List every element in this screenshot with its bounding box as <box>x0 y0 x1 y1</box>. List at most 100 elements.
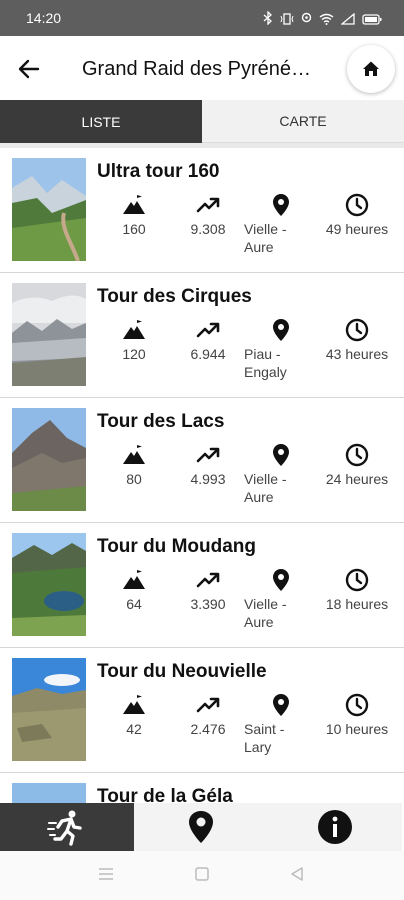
clock-icon <box>344 567 370 593</box>
status-bar: 14:20 <box>0 0 404 36</box>
start-value: Vielle - Aure <box>244 596 287 630</box>
elevation-stat: 4.993 <box>182 442 234 488</box>
duration-value: 49 heures <box>325 221 389 237</box>
duration-stat: 49 heures <box>318 192 396 238</box>
wifi-icon <box>319 12 334 30</box>
home-icon <box>363 61 379 76</box>
tab-carte[interactable]: CARTE <box>202 100 404 143</box>
duration-value: 24 heures <box>325 471 389 487</box>
mountain-flag-icon <box>121 567 147 593</box>
vibrate-icon <box>280 12 294 30</box>
race-name: Tour de la Géla <box>97 786 233 803</box>
view-tabs: LISTE CARTE <box>0 100 404 143</box>
clock-icon <box>344 692 370 718</box>
elevation-value: 3.390 <box>190 596 226 612</box>
start-value: Vielle - Aure <box>244 221 287 255</box>
race-photo <box>12 158 86 261</box>
elevation-value: 4.993 <box>190 471 226 487</box>
tab-liste[interactable]: LISTE <box>0 100 202 143</box>
battery-icon <box>362 12 382 30</box>
duration-value: 18 heures <box>325 596 389 612</box>
distance-value: 120 <box>122 346 146 362</box>
mountain-flag-icon <box>121 192 147 218</box>
race-name: Tour des Cirques <box>97 286 252 307</box>
home-square-icon[interactable] <box>195 867 209 886</box>
start-stat: Vielle - Aure <box>244 567 314 631</box>
distance-stat: 80 <box>116 442 152 488</box>
race-name: Tour du Neouvielle <box>97 661 267 682</box>
location-pin-icon <box>189 811 213 843</box>
distance-value: 80 <box>126 471 142 487</box>
signal-icon <box>340 12 355 30</box>
status-time: 14:20 <box>26 10 62 26</box>
runner-icon <box>47 810 82 846</box>
duration-stat: 10 heures <box>318 692 396 738</box>
elevation-value: 9.308 <box>190 221 226 237</box>
race-row[interactable]: Tour du Neouvielle 42 2.476 Saint - Lary… <box>0 648 404 773</box>
mountain-flag-icon <box>121 692 147 718</box>
distance-stat: 160 <box>116 192 152 238</box>
trending-up-icon <box>195 317 221 343</box>
race-row[interactable]: Tour des Lacs 80 4.993 Vielle - Aure 24 … <box>0 398 404 523</box>
location-pin-icon <box>268 567 294 593</box>
trending-up-icon <box>195 192 221 218</box>
elevation-stat: 3.390 <box>182 567 234 613</box>
trending-up-icon <box>195 442 221 468</box>
page-title: Grand Raid des Pyréné… <box>82 58 312 80</box>
clock-icon <box>344 317 370 343</box>
race-row[interactable]: Tour des Cirques 120 6.944 Piau - Engaly… <box>0 273 404 398</box>
race-photo <box>12 408 86 511</box>
start-value: Saint - Lary <box>244 721 285 755</box>
race-photo <box>12 658 86 761</box>
distance-stat: 42 <box>116 692 152 738</box>
location-pin-icon <box>268 317 294 343</box>
location-pin-icon <box>268 692 294 718</box>
distance-stat: 120 <box>116 317 152 363</box>
race-photo <box>12 283 86 386</box>
elevation-value: 2.476 <box>190 721 226 737</box>
back-triangle-icon[interactable] <box>290 867 304 886</box>
trending-up-icon <box>195 567 221 593</box>
race-name: Tour du Moudang <box>97 536 256 557</box>
elevation-value: 6.944 <box>190 346 226 362</box>
race-row[interactable]: Ultra tour 160 160 9.308 Vielle - Aure 4… <box>0 148 404 273</box>
start-stat: Vielle - Aure <box>244 442 314 506</box>
home-button[interactable] <box>347 45 395 93</box>
distance-value: 160 <box>122 221 146 237</box>
race-row[interactable]: Tour du Moudang 64 3.390 Vielle - Aure 1… <box>0 523 404 648</box>
duration-stat: 18 heures <box>318 567 396 613</box>
elevation-stat: 9.308 <box>182 192 234 238</box>
location-icon <box>301 12 312 30</box>
duration-stat: 43 heures <box>318 317 396 363</box>
elevation-stat: 6.944 <box>182 317 234 363</box>
race-photo <box>12 783 86 803</box>
trending-up-icon <box>195 692 221 718</box>
bluetooth-icon <box>263 10 273 30</box>
back-button[interactable] <box>14 53 46 85</box>
status-icons <box>263 10 382 30</box>
nav-info-button[interactable] <box>268 803 402 851</box>
start-value: Piau - Engaly <box>244 346 287 380</box>
duration-stat: 24 heures <box>318 442 396 488</box>
distance-value: 42 <box>126 721 142 737</box>
system-nav-bar <box>0 851 404 900</box>
location-pin-icon <box>268 442 294 468</box>
arrow-left-icon <box>18 59 40 79</box>
race-name: Ultra tour 160 <box>97 161 220 182</box>
race-row[interactable]: Tour de la Géla <box>0 773 404 803</box>
duration-value: 43 heures <box>325 346 389 362</box>
nav-map-button[interactable] <box>134 803 268 851</box>
start-value: Vielle - Aure <box>244 471 287 505</box>
app-bar: Grand Raid des Pyréné… <box>0 36 404 101</box>
start-stat: Saint - Lary <box>244 692 314 756</box>
race-photo <box>12 533 86 636</box>
nav-races-button[interactable] <box>0 803 134 851</box>
clock-icon <box>344 192 370 218</box>
start-stat: Piau - Engaly <box>244 317 314 381</box>
location-pin-icon <box>268 192 294 218</box>
race-name: Tour des Lacs <box>97 411 225 432</box>
menu-icon[interactable] <box>98 867 114 886</box>
race-list: Ultra tour 160 160 9.308 Vielle - Aure 4… <box>0 143 404 803</box>
start-stat: Vielle - Aure <box>244 192 314 256</box>
duration-value: 10 heures <box>325 721 389 737</box>
